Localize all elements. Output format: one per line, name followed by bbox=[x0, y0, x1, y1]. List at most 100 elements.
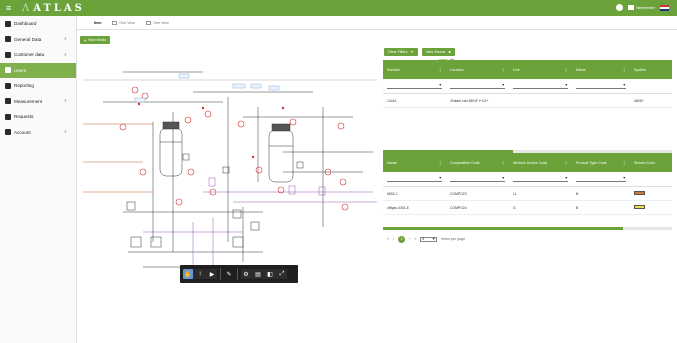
camera-tool-button[interactable]: ▶ bbox=[207, 269, 217, 279]
column-menu-icon[interactable]: ⋮ bbox=[564, 68, 568, 72]
sidebar-item-requests[interactable]: Requests bbox=[0, 109, 76, 125]
column-filter[interactable]: ▼ bbox=[383, 172, 446, 186]
column-menu-icon[interactable]: ⋮ bbox=[501, 68, 505, 72]
table-cell: COMPO24 bbox=[450, 205, 467, 210]
gear-tool-button[interactable]: ⚙ bbox=[241, 269, 251, 279]
column-menu-icon[interactable]: ⋮ bbox=[564, 161, 568, 165]
chevron-right-icon[interactable]: › bbox=[64, 52, 66, 58]
filter-input[interactable]: ▼ bbox=[387, 83, 442, 89]
tools-icon bbox=[5, 51, 11, 58]
chevron-right-icon[interactable]: › bbox=[64, 98, 66, 104]
column-header[interactable]: System bbox=[630, 60, 672, 79]
pencil-tool-button[interactable]: ✎ bbox=[224, 269, 234, 279]
column-header[interactable]: Location ⋮ bbox=[446, 60, 509, 79]
table-icon bbox=[5, 36, 11, 43]
pid-diagram[interactable] bbox=[83, 62, 377, 280]
column-header[interactable]: Stream Color bbox=[630, 153, 672, 172]
tab-item[interactable]: Item bbox=[91, 19, 104, 27]
column-menu-icon[interactable]: ⋮ bbox=[438, 161, 442, 165]
dropdown-arrow-icon: ▼ bbox=[432, 237, 436, 241]
dropdown-arrow-icon: ▼ bbox=[622, 176, 626, 180]
layers-tool-button[interactable]: ◧ bbox=[265, 269, 275, 279]
sidebar-item-customer-data[interactable]: Customer data › bbox=[0, 47, 76, 63]
column-filter[interactable]: ▼ bbox=[572, 172, 630, 186]
column-header[interactable]: Medium Device Code ⋮ bbox=[509, 153, 572, 172]
table-row[interactable]: 6502-J COMPO23 LL B bbox=[383, 187, 672, 201]
filter-input[interactable]: ▼ bbox=[387, 176, 442, 182]
column-header[interactable]: Product Type Code ⋮ bbox=[572, 153, 630, 172]
sidebar-item-dashboard[interactable]: Dashboard bbox=[0, 16, 76, 32]
column-menu-icon[interactable]: ⋮ bbox=[622, 161, 626, 165]
next-page-icon[interactable]: › bbox=[409, 237, 410, 241]
table-row[interactable]: cff/gas-4301-E COMPO24 G B bbox=[383, 201, 672, 215]
column-filter[interactable]: ▼ bbox=[446, 79, 509, 93]
column-filter[interactable] bbox=[630, 79, 672, 93]
column-filter[interactable]: ▼ bbox=[509, 172, 572, 186]
chevron-right-icon[interactable]: › bbox=[64, 129, 66, 135]
hamburger-menu-icon[interactable]: ≡ bbox=[6, 3, 14, 13]
table-cell: B bbox=[576, 205, 579, 210]
filter-input[interactable]: ▼ bbox=[450, 176, 505, 182]
scrollbar-thumb[interactable] bbox=[383, 227, 623, 230]
sidebar-item-reporting[interactable]: Reporting bbox=[0, 78, 76, 94]
prev-page-icon[interactable]: ‹ bbox=[393, 237, 394, 241]
column-menu-icon[interactable]: ⋮ bbox=[622, 68, 626, 72]
sidebar-item-measurement[interactable]: Measurement › bbox=[0, 94, 76, 110]
fullscreen-tool-button[interactable]: ⤢ bbox=[277, 269, 287, 279]
page-number[interactable]: 1 bbox=[398, 235, 406, 243]
new-source-button[interactable]: New Source ■ bbox=[421, 48, 455, 56]
column-header-label: Name bbox=[387, 160, 397, 165]
filter-button-row: Clear Filters ▼ New Source ■ bbox=[384, 48, 455, 56]
tab-grid-view[interactable]: Grid View bbox=[109, 19, 138, 27]
column-header-label: Stream Color bbox=[634, 160, 656, 165]
filter-input[interactable]: ▼ bbox=[450, 83, 505, 89]
tab-tree-view[interactable]: Tree View bbox=[143, 19, 172, 27]
last-page-icon[interactable]: » bbox=[414, 237, 416, 241]
settings-icon[interactable] bbox=[616, 4, 624, 11]
table-cell: 4801F bbox=[634, 98, 644, 103]
chevron-right-icon[interactable]: › bbox=[64, 36, 66, 42]
streams-table: Name ⋮ Composition Code ⋮ Medium Device Code… bbox=[383, 153, 672, 248]
column-header[interactable]: Line ⋮ bbox=[509, 60, 572, 79]
sidebar-item-users[interactable]: Users bbox=[0, 62, 76, 78]
filter-input[interactable]: ▼ bbox=[513, 83, 568, 89]
sidebar: Dashboard General Data › Customer data › User… bbox=[0, 16, 77, 343]
measurement-icon bbox=[5, 98, 11, 105]
column-filter[interactable]: ▼ bbox=[383, 79, 446, 93]
top-bar: ≡ ΛATLAS Beheerder bbox=[0, 0, 677, 16]
source-icon: ■ bbox=[448, 50, 451, 54]
users-icon bbox=[5, 67, 11, 74]
filter-input[interactable]: ▼ bbox=[576, 176, 626, 182]
table-row[interactable]: 13416 Zinkant van 4801F t+C4+ 4801F bbox=[383, 94, 672, 108]
column-header-label: Product Type Code bbox=[576, 160, 607, 165]
column-header[interactable]: Composition Code ⋮ bbox=[446, 153, 509, 172]
column-filter[interactable]: ▼ bbox=[572, 79, 630, 93]
sidebar-item-account[interactable]: Account › bbox=[0, 125, 76, 141]
column-header[interactable]: Name ⋮ bbox=[383, 153, 446, 172]
column-menu-icon[interactable]: ⋮ bbox=[501, 161, 505, 165]
user-menu[interactable]: Beheerder bbox=[628, 5, 655, 10]
filter-row: ▼ ▼ ▼ ▼ bbox=[383, 172, 672, 187]
app-logo[interactable]: ΛATLAS bbox=[22, 3, 85, 14]
page-size-select[interactable]: 5▼ bbox=[420, 236, 438, 242]
topbar-right: Beheerder bbox=[616, 4, 669, 11]
column-header[interactable]: Number ⋮ bbox=[383, 60, 446, 79]
column-filter[interactable]: ▼ bbox=[509, 79, 572, 93]
clear-filters-button[interactable]: Clear Filters ▼ bbox=[384, 48, 418, 56]
save-tool-button[interactable]: ▤ bbox=[253, 269, 263, 279]
filter-input[interactable]: ▼ bbox=[513, 176, 568, 182]
column-menu-icon[interactable]: ⋮ bbox=[438, 68, 442, 72]
column-filter[interactable]: ▼ bbox=[446, 172, 509, 186]
new-media-button[interactable]: + New Media bbox=[80, 36, 111, 44]
pan-tool-button[interactable]: ✋ bbox=[183, 269, 193, 279]
diagram-toolbar: ✋ ↕ ▶ ✎ ⚙ ▤ ◧ ⤢ bbox=[180, 265, 298, 283]
language-flag-icon[interactable] bbox=[660, 4, 669, 11]
column-header[interactable]: Name ⋮ bbox=[572, 60, 630, 79]
table-cell: LL bbox=[513, 191, 517, 196]
first-page-icon[interactable]: « bbox=[387, 237, 389, 241]
filter-input[interactable]: ▼ bbox=[576, 83, 626, 89]
move-tool-button[interactable]: ↕ bbox=[195, 269, 205, 279]
column-filter[interactable] bbox=[630, 172, 672, 186]
horizontal-scrollbar[interactable] bbox=[383, 227, 672, 230]
sidebar-item-general-data[interactable]: General Data › bbox=[0, 32, 76, 48]
